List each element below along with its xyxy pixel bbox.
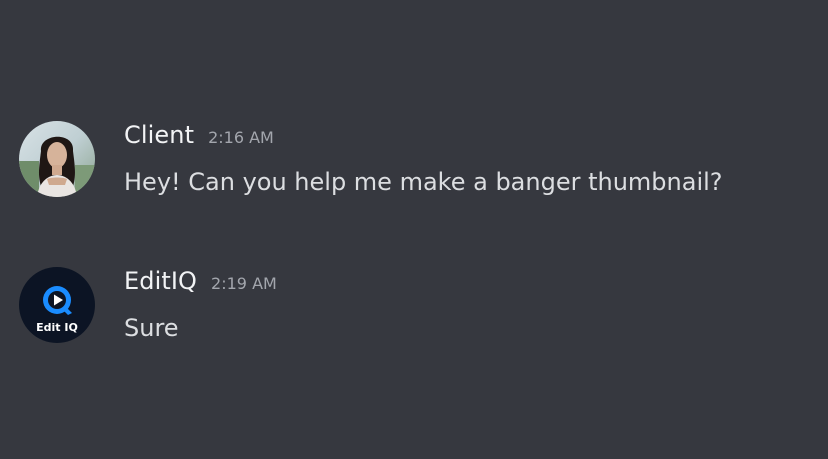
chat-message: Edit IQ EditIQ 2:19 AM Sure (19, 265, 809, 345)
chat-message-list: Client 2:16 AM Hey! Can you help me make … (0, 0, 828, 459)
username[interactable]: EditIQ (124, 267, 197, 295)
avatar-logo-text: Edit IQ (36, 321, 78, 334)
username[interactable]: Client (124, 121, 194, 149)
avatar-editiq[interactable]: Edit IQ (19, 267, 95, 343)
message-content: Sure (124, 314, 179, 342)
profile-photo-icon (19, 121, 95, 197)
message-header: Client 2:16 AM (124, 121, 274, 149)
editiq-logo-icon: Edit IQ (19, 267, 95, 343)
timestamp: 2:19 AM (211, 274, 277, 293)
message-content: Hey! Can you help me make a banger thumb… (124, 168, 723, 196)
timestamp: 2:16 AM (208, 128, 274, 147)
message-header: EditIQ 2:19 AM (124, 267, 277, 295)
avatar-client[interactable] (19, 121, 95, 197)
chat-message: Client 2:16 AM Hey! Can you help me make … (19, 119, 809, 199)
